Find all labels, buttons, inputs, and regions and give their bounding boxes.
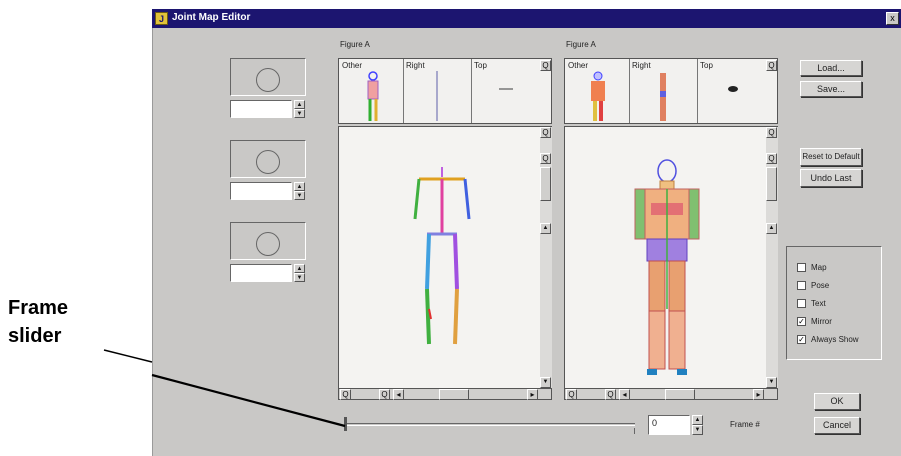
callout-leader-line bbox=[103, 349, 346, 428]
